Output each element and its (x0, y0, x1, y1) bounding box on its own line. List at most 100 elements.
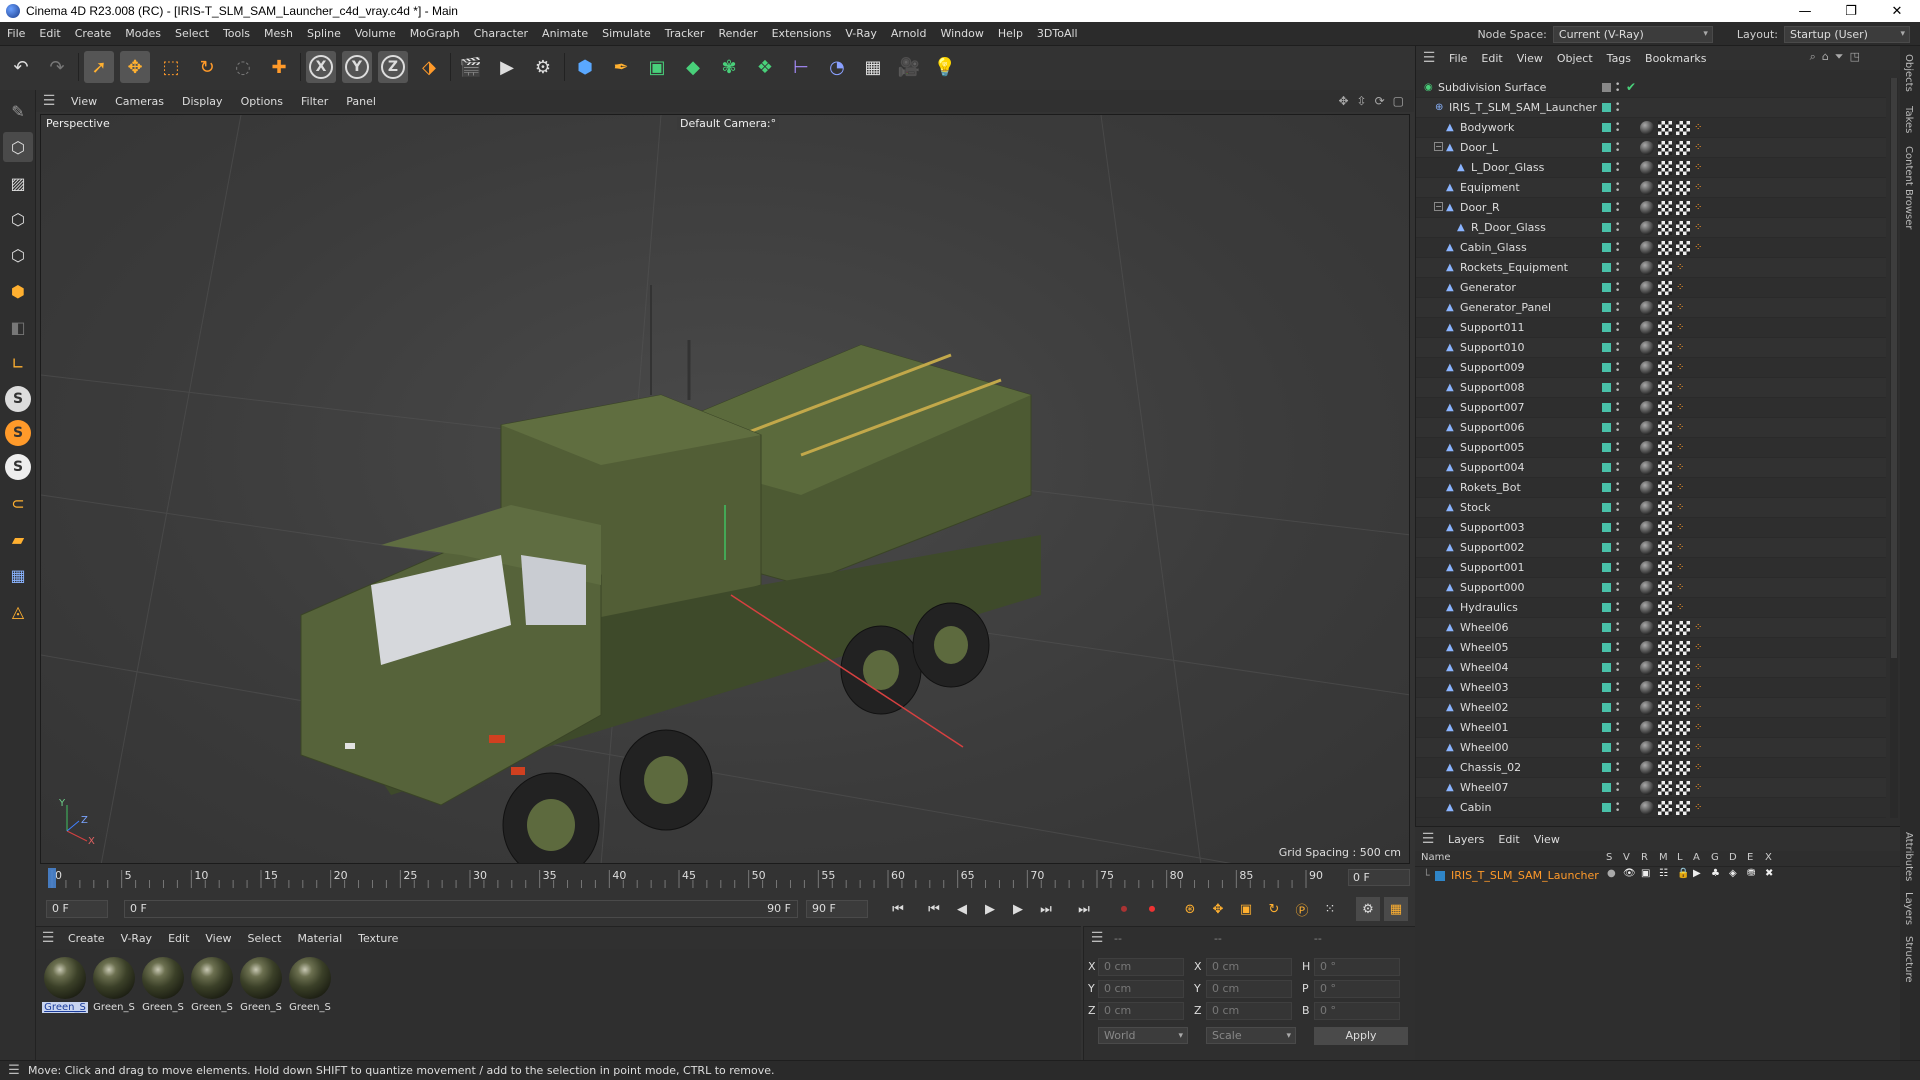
phong-tag-icon[interactable]: ⁘ (1694, 222, 1704, 234)
object-row[interactable]: ▲ Support008 • • ⁘ (1416, 378, 1886, 398)
menu-window[interactable]: Window (933, 27, 990, 40)
visibility-dots-icon[interactable]: • • (1615, 521, 1620, 536)
visibility-dots-icon[interactable]: • • (1615, 661, 1620, 676)
phong-tag-icon[interactable]: ⁘ (1694, 182, 1704, 194)
layer-color-icon[interactable] (1602, 323, 1611, 332)
phong-tag-icon[interactable]: ⁘ (1694, 202, 1704, 214)
material-tag-icon[interactable] (1640, 461, 1654, 475)
pan-icon[interactable]: ✥ (1338, 94, 1348, 108)
next-key-icon[interactable]: ⏭ (1034, 897, 1058, 921)
size-x-field[interactable]: 0 cm (1206, 958, 1292, 976)
visibility-dots-icon[interactable]: • • (1615, 781, 1620, 796)
texture-tag-icon[interactable] (1658, 301, 1672, 315)
material-tag-icon[interactable] (1640, 361, 1654, 375)
object-row[interactable]: ▲ Wheel07 • • ⁘ (1416, 778, 1886, 798)
layer-color-icon[interactable] (1602, 563, 1611, 572)
layer-animation-icon[interactable]: ▶ (1693, 868, 1701, 879)
visibility-dots-icon[interactable]: • • (1615, 121, 1620, 136)
texture-tag-icon[interactable] (1658, 201, 1672, 215)
size-z-field[interactable]: 0 cm (1206, 1002, 1292, 1020)
layer-menu-view[interactable]: View (1527, 833, 1567, 846)
texture-tag-icon[interactable] (1676, 201, 1690, 215)
tab-structure[interactable]: Structure (1903, 936, 1914, 983)
layer-render-icon[interactable]: ▣ (1641, 868, 1650, 879)
menu-mesh[interactable]: Mesh (257, 27, 300, 40)
timeline-window-icon[interactable]: ▦ (1384, 897, 1408, 921)
object-name[interactable]: Support000 (1460, 581, 1524, 594)
object-row[interactable]: ▲ Stock • • ⁘ (1416, 498, 1886, 518)
object-name[interactable]: Rokets_Bot (1460, 481, 1521, 494)
layer-color-icon[interactable] (1602, 503, 1611, 512)
object-row[interactable]: ◉ Subdivision Surface • • ✔ (1416, 78, 1886, 98)
object-row[interactable]: ▲ Bodywork • • ⁘ (1416, 118, 1886, 138)
phong-tag-icon[interactable]: ⁘ (1694, 662, 1704, 674)
material-swatch[interactable]: Green_S (91, 957, 137, 1013)
layer-color-icon[interactable] (1602, 383, 1611, 392)
layer-color-icon[interactable] (1602, 463, 1611, 472)
layer-color-icon[interactable] (1602, 243, 1611, 252)
playhead[interactable] (48, 868, 56, 888)
key-parameter-icon[interactable]: Ⓟ (1290, 897, 1314, 921)
object-row[interactable]: ▲ R_Door_Glass • • ⁘ (1416, 218, 1886, 238)
redo-icon[interactable]: ↷ (42, 51, 72, 83)
material-hamburger-icon[interactable]: ☰ (36, 930, 60, 946)
phong-tag-icon[interactable]: ⁘ (1676, 602, 1686, 614)
end-frame-field[interactable]: 90 F (806, 900, 868, 918)
texture-tag-icon[interactable] (1658, 561, 1672, 575)
visibility-dots-icon[interactable]: • • (1615, 101, 1620, 116)
visibility-dots-icon[interactable]: • • (1615, 741, 1620, 756)
layer-color-icon[interactable] (1602, 303, 1611, 312)
object-name[interactable]: Hydraulics (1460, 601, 1518, 614)
material-tag-icon[interactable] (1640, 301, 1654, 315)
menu-3dtoall[interactable]: 3DToAll (1030, 27, 1085, 40)
phong-tag-icon[interactable]: ⁘ (1676, 582, 1686, 594)
visibility-dots-icon[interactable]: • • (1615, 241, 1620, 256)
phong-tag-icon[interactable]: ⁘ (1694, 742, 1704, 754)
keyframe-selection-icon[interactable]: ⊛ (1178, 897, 1202, 921)
object-name[interactable]: Support009 (1460, 361, 1524, 374)
object-row[interactable]: ▲ Wheel04 • • ⁘ (1416, 658, 1886, 678)
mograph-icon[interactable]: ❖ (750, 51, 780, 83)
motion-system-icon[interactable]: ⚙ (1356, 897, 1380, 921)
layer-color-icon[interactable] (1602, 543, 1611, 552)
previous-frame-icon[interactable]: ◀ (950, 897, 974, 921)
material-tag-icon[interactable] (1640, 401, 1654, 415)
texture-tag-icon[interactable] (1676, 761, 1690, 775)
camera-icon[interactable]: 🎥 (894, 51, 924, 83)
material-tag-icon[interactable] (1640, 181, 1654, 195)
object-name[interactable]: Wheel00 (1460, 741, 1508, 754)
phong-tag-icon[interactable]: ⁘ (1676, 482, 1686, 494)
phong-tag-icon[interactable]: ⁘ (1676, 442, 1686, 454)
menu-animate[interactable]: Animate (535, 27, 595, 40)
object-row[interactable]: ▲ Support001 • • ⁘ (1416, 558, 1886, 578)
phong-tag-icon[interactable]: ⁘ (1676, 422, 1686, 434)
visibility-dots-icon[interactable]: • • (1615, 361, 1620, 376)
object-name[interactable]: Equipment (1460, 181, 1520, 194)
texture-tag-icon[interactable] (1658, 421, 1672, 435)
material-swatch[interactable]: Green_S (238, 957, 284, 1013)
layer-color-icon[interactable] (1602, 683, 1611, 692)
visibility-dots-icon[interactable]: • • (1615, 621, 1620, 636)
object-name[interactable]: Support006 (1460, 421, 1524, 434)
texture-mode-icon[interactable]: ▨ (3, 168, 33, 198)
object-row[interactable]: − ▲ Door_L • • ⁘ (1416, 138, 1886, 158)
layer-color-icon[interactable] (1602, 643, 1611, 652)
layer-color-icon[interactable] (1602, 343, 1611, 352)
visibility-dots-icon[interactable]: • • (1615, 401, 1620, 416)
material-tag-icon[interactable] (1640, 561, 1654, 575)
material-tag-icon[interactable] (1640, 121, 1654, 135)
object-name[interactable]: IRIS_T_SLM_SAM_Launcher (1449, 101, 1597, 114)
texture-tag-icon[interactable] (1676, 741, 1690, 755)
phong-tag-icon[interactable]: ⁘ (1676, 522, 1686, 534)
start-frame-field[interactable]: 0 F (46, 900, 108, 918)
object-row[interactable]: ▲ Hydraulics • • ⁘ (1416, 598, 1886, 618)
apply-button[interactable]: Apply (1314, 1027, 1408, 1045)
layer-expressions-icon[interactable]: ⛃ (1747, 868, 1755, 879)
object-name[interactable]: Wheel07 (1460, 781, 1508, 794)
layer-view-icon[interactable]: 👁 (1623, 868, 1636, 879)
object-row[interactable]: ▲ Generator • • ⁘ (1416, 278, 1886, 298)
axis-mode-icon[interactable]: ∟ (3, 348, 33, 378)
visibility-dots-icon[interactable]: • • (1615, 761, 1620, 776)
object-row[interactable]: ▲ Support004 • • ⁘ (1416, 458, 1886, 478)
enabled-check-icon[interactable]: ✔ (1626, 80, 1636, 94)
